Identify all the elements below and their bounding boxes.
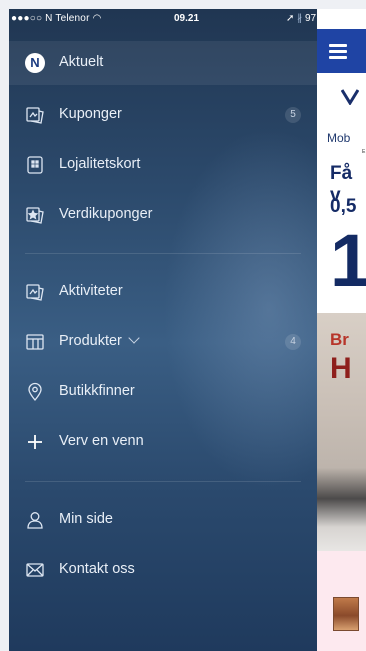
menu-item-label: Kontakt oss: [59, 561, 135, 577]
menu-item-min-side[interactable]: Min side: [9, 498, 317, 542]
promo-photo[interactable]: Br H: [317, 313, 366, 551]
count-badge: 4: [285, 334, 301, 350]
main-content-peek[interactable]: Mob E Få v 0,5 1 Br H: [317, 9, 366, 651]
menu-item-label: Butikkfinner: [59, 383, 135, 399]
menu-item-label: Produkter: [59, 332, 140, 349]
product-thumbnail: [333, 597, 359, 631]
bottom-banner[interactable]: [317, 551, 366, 651]
n-logo-icon: N: [25, 53, 45, 73]
menu-item-lojalitetskort[interactable]: Lojalitetskort: [9, 143, 317, 187]
battery-indicator: ➚ ∦ 97 %: [286, 13, 348, 24]
location-icon: ➚: [286, 13, 295, 24]
card-icon: [25, 155, 45, 175]
menu-item-label: Min side: [59, 511, 113, 527]
activity-coupon-icon: [25, 282, 45, 302]
menu-item-kuponger[interactable]: Kuponger 5: [9, 93, 317, 137]
app-header: [317, 29, 366, 73]
clock: 09.21: [174, 13, 200, 24]
menu-item-kontakt-oss[interactable]: Kontakt oss: [9, 548, 317, 592]
battery-icon: [329, 14, 348, 23]
user-icon: [25, 510, 45, 530]
plus-icon: [25, 432, 45, 452]
menu-divider: [25, 253, 301, 254]
menu-item-label: Verv en venn: [59, 433, 144, 449]
menu-item-verv-en-venn[interactable]: Verv en venn: [9, 420, 317, 464]
battery-percent: 97 %: [304, 13, 328, 24]
carrier-label: ●●●○○ N Telenor ◠: [11, 13, 102, 24]
menu-item-aktiviteter[interactable]: Aktiviteter: [9, 270, 317, 314]
hamburger-menu-icon[interactable]: [329, 44, 347, 59]
star-coupon-icon: [25, 205, 45, 225]
coupon-icon: [25, 105, 45, 125]
menu-item-aktuelt[interactable]: N Aktuelt: [9, 41, 317, 85]
location-pin-icon: [25, 382, 45, 402]
bluetooth-icon: ∦: [297, 13, 303, 24]
grid-icon: [25, 332, 45, 352]
wifi-icon: ◠: [92, 13, 102, 24]
chevron-down-icon[interactable]: [128, 332, 140, 344]
menu-divider: [25, 481, 301, 482]
count-badge: 5: [285, 107, 301, 123]
menu-item-label: Aktiviteter: [59, 283, 123, 299]
ad-brand-text: Mob: [327, 131, 351, 145]
menu-item-label: Verdikuponger: [59, 206, 153, 222]
ad-big-number: 1: [330, 219, 366, 302]
phone-screen: N Aktuelt Kuponger 5 Lojalitetskort Verd…: [9, 9, 366, 651]
menu-item-label: Aktuelt: [59, 54, 104, 70]
menu-item-verdikuponger[interactable]: Verdikuponger: [9, 193, 317, 237]
promo-title: H: [330, 352, 352, 385]
promo-text: Br: [330, 330, 349, 349]
menu-item-produkter[interactable]: Produkter 4: [9, 320, 317, 364]
status-bar: ●●●○○ N Telenor ◠ 09.21 ➚ ∦ 97 %: [9, 9, 366, 29]
menu-item-butikkfinner[interactable]: Butikkfinner: [9, 370, 317, 414]
brand-logo-icon: [341, 89, 359, 105]
menu-item-label: Lojalitetskort: [59, 156, 141, 172]
promo-ad[interactable]: Mob E Få v 0,5 1: [317, 73, 366, 313]
menu-item-label: Kuponger: [59, 106, 122, 122]
ad-subheadline: 0,5: [330, 196, 357, 217]
navigation-drawer: N Aktuelt Kuponger 5 Lojalitetskort Verd…: [9, 9, 317, 651]
ad-small-text: E: [362, 149, 366, 155]
envelope-icon: [25, 560, 45, 580]
